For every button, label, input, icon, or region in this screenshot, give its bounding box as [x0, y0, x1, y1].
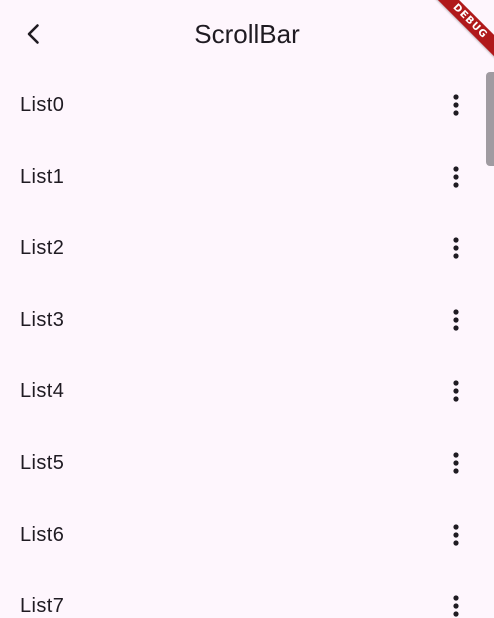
list-item-label: List5 [20, 451, 65, 474]
more-vert-icon [453, 94, 459, 116]
more-button[interactable] [436, 85, 476, 125]
list-item-label: List7 [20, 595, 65, 618]
list-item-label: List3 [20, 308, 65, 331]
more-vert-icon [453, 452, 459, 474]
list-item-label: List6 [20, 523, 65, 546]
list-item[interactable]: List4 [0, 355, 494, 427]
more-button[interactable] [436, 515, 476, 555]
more-vert-icon [453, 380, 459, 402]
list-item-label: List2 [20, 237, 65, 260]
list-item[interactable]: List3 [0, 284, 494, 356]
list-item[interactable]: List5 [0, 427, 494, 499]
list[interactable]: List0 List1 List2 List3 List4 List5 List… [0, 69, 494, 618]
list-item[interactable]: List6 [0, 499, 494, 571]
more-vert-icon [453, 523, 459, 546]
more-vert-icon [453, 165, 459, 188]
more-button[interactable] [436, 300, 476, 340]
more-vert-icon [453, 237, 459, 259]
more-button[interactable] [436, 157, 476, 197]
list-item-label: List1 [20, 165, 65, 188]
more-button[interactable] [436, 586, 476, 618]
more-button[interactable] [436, 443, 476, 483]
list-item[interactable]: List1 [0, 141, 494, 213]
list-item[interactable]: List2 [0, 212, 494, 284]
list-item-label: List0 [20, 94, 65, 116]
list-item-label: List4 [20, 380, 65, 403]
scrollbar-thumb[interactable] [486, 72, 494, 166]
more-vert-icon [453, 595, 459, 617]
screen: ScrollBar List0 List1 List2 List3 List4 … [0, 0, 494, 618]
app-bar: ScrollBar [0, 0, 494, 68]
list-item[interactable]: List0 [0, 69, 494, 141]
list-item[interactable]: List7 [0, 570, 494, 618]
page-title: ScrollBar [194, 19, 300, 49]
more-vert-icon [453, 309, 459, 331]
more-button[interactable] [436, 371, 476, 411]
more-button[interactable] [436, 228, 476, 268]
